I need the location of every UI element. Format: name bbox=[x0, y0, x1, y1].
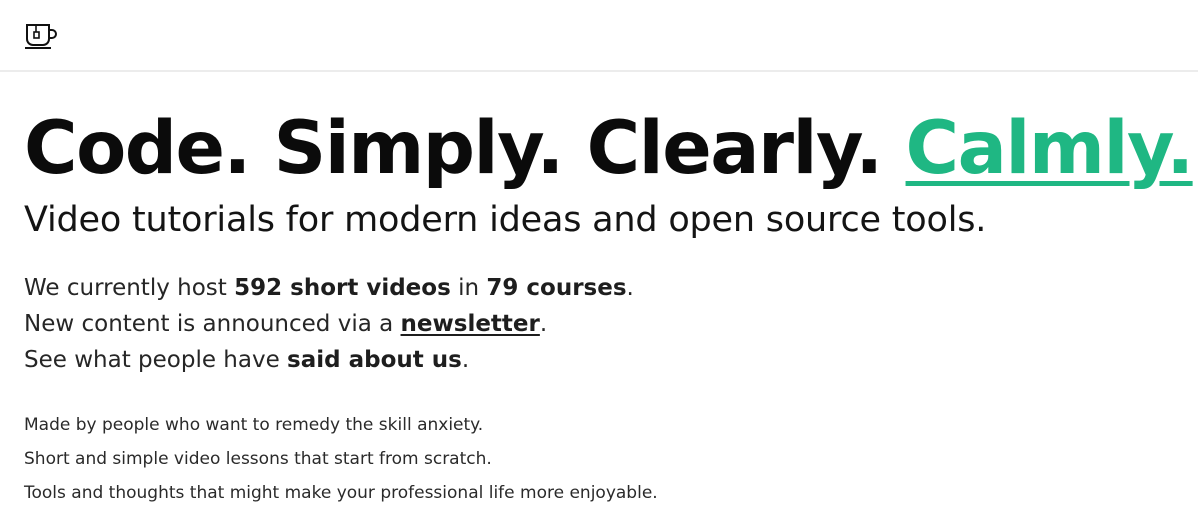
about-paragraph: Made by people who want to remedy the sk… bbox=[24, 408, 658, 510]
coffee-cup-icon bbox=[25, 24, 57, 49]
page-title: Code. Simply. Clearly. Calmly. bbox=[24, 100, 1194, 198]
stats-line-videos: We currently host 592 short videos in 79… bbox=[24, 270, 634, 306]
hero-section: Code. Simply. Clearly. Calmly. Video tut… bbox=[24, 100, 1194, 242]
stats-line-testimonials: See what people have said about us. bbox=[24, 342, 634, 378]
about-line: Tools and thoughts that might make your … bbox=[24, 483, 658, 503]
testimonials-link[interactable]: said about us bbox=[287, 347, 462, 373]
top-navigation-bar bbox=[0, 0, 1198, 72]
headline-text: Code. Simply. Clearly. bbox=[24, 106, 883, 191]
videos-count: 592 short videos bbox=[234, 275, 451, 301]
stats-text: in bbox=[458, 275, 480, 301]
home-logo-link[interactable] bbox=[24, 22, 60, 50]
stats-text: . bbox=[461, 347, 470, 373]
headline-accent-link[interactable]: Calmly. bbox=[906, 106, 1195, 191]
courses-count: 79 courses bbox=[486, 275, 627, 301]
stats-text: We currently host bbox=[24, 275, 227, 301]
newsletter-link[interactable]: newsletter bbox=[401, 311, 540, 337]
stats-line-newsletter: New content is announced via a newslette… bbox=[24, 306, 634, 342]
stats-text: See what people have bbox=[24, 347, 280, 373]
stats-text: New content is announced via a bbox=[24, 311, 394, 337]
about-line: Made by people who want to remedy the sk… bbox=[24, 415, 484, 435]
stats-text: . bbox=[626, 275, 634, 301]
stats-text: . bbox=[539, 311, 548, 337]
stats-paragraph: We currently host 592 short videos in 79… bbox=[24, 270, 634, 378]
page-subtitle: Video tutorials for modern ideas and ope… bbox=[24, 200, 987, 240]
about-line: Short and simple video lessons that star… bbox=[24, 449, 492, 469]
